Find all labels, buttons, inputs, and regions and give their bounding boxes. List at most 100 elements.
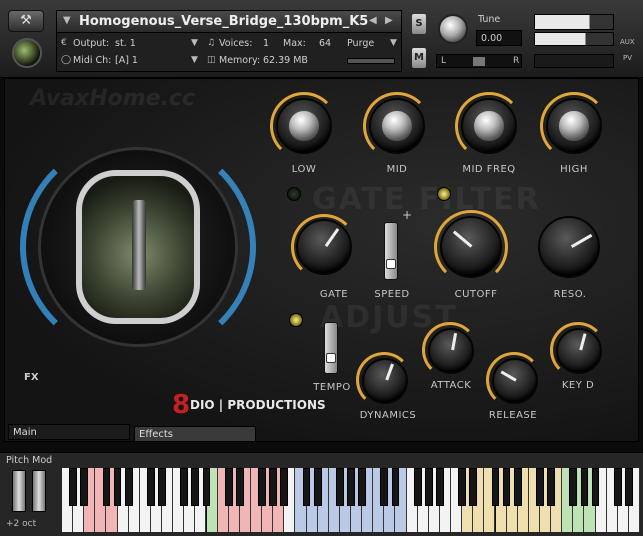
black-key[interactable] [502,468,511,506]
solo-button[interactable]: S [412,14,426,34]
release-knob[interactable] [492,358,538,404]
black-key[interactable] [158,468,166,506]
next-icon[interactable]: ▶ [385,15,393,26]
chevron-down-icon[interactable]: ▼ [63,15,71,26]
low-knob[interactable] [276,98,332,154]
black-key[interactable] [102,468,111,506]
chevron-down-icon[interactable]: ▼ [390,38,397,48]
black-key[interactable] [436,468,444,506]
tune-display[interactable]: 0.00 [476,30,522,46]
speed-thumb[interactable] [386,259,396,269]
level-meter-left [534,14,614,30]
cutoff-label: CUTOFF [454,289,498,300]
piano-keyboard[interactable] [62,468,640,532]
black-key[interactable] [258,468,266,506]
black-key[interactable] [458,468,467,506]
attack-knob[interactable] [428,328,474,374]
mute-button[interactable]: M [412,48,426,68]
cutoff-knob[interactable] [440,216,502,278]
pan-left-label: L [441,56,447,66]
release-label: RELEASE [488,410,538,421]
brand-logo-number: 8 [172,390,191,420]
black-key[interactable] [113,468,122,506]
black-key[interactable] [380,468,389,506]
black-key[interactable] [491,468,500,506]
tune-value: 0.00 [481,33,503,44]
black-key[interactable] [235,468,244,506]
tune-knob[interactable] [438,14,468,44]
reso-label: RESO. [553,289,587,300]
low-label: LOW [291,164,317,175]
pv-label: PV [623,54,633,62]
black-key[interactable] [69,468,77,506]
black-key[interactable] [335,468,344,506]
tab-main[interactable]: Main [8,424,130,440]
black-key[interactable] [513,468,522,506]
purge-button[interactable]: Purge [347,38,374,49]
black-key[interactable] [202,468,211,506]
filter-led[interactable] [437,187,451,201]
aux-label: AUX [620,38,635,46]
black-key[interactable] [391,468,400,506]
black-key[interactable] [313,468,322,506]
tempo-thumb[interactable] [326,353,336,363]
black-key[interactable] [347,468,355,506]
black-key[interactable] [224,468,233,506]
adjust-led[interactable] [289,313,303,327]
voices-label: Voices: [219,38,253,49]
black-key[interactable] [613,468,622,506]
mid-freq-knob[interactable] [461,98,517,154]
pitch-wheel[interactable] [12,470,26,512]
chevron-down-icon[interactable]: ▼ [191,55,198,65]
max-value[interactable]: 64 [319,38,331,49]
watermark: AvaxHome.cc [30,86,196,111]
black-key[interactable] [124,468,133,506]
gate-led[interactable] [287,187,301,201]
black-key[interactable] [180,468,189,506]
wrench-icon[interactable]: ⚒ [8,10,44,32]
black-key[interactable] [413,468,422,506]
mid-knob[interactable] [369,98,425,154]
black-key[interactable] [569,468,578,506]
high-knob[interactable] [546,98,602,154]
pan-slider[interactable]: L R [436,54,522,68]
octave-label[interactable]: +2 oct [6,519,36,529]
black-key[interactable] [424,468,433,506]
black-key[interactable] [547,468,555,506]
black-key[interactable] [591,468,600,506]
dynamics-label: DYNAMICS [359,410,417,421]
black-key[interactable] [469,468,478,506]
chevron-down-icon[interactable]: ▼ [191,38,198,48]
midi-icon: ◯ [61,55,72,65]
max-label: Max: [283,38,306,49]
black-key[interactable] [358,468,366,506]
pan-thumb[interactable] [473,57,485,66]
black-key[interactable] [624,468,633,506]
speed-label: SPEED [374,289,410,300]
mod-wheel[interactable] [32,470,46,512]
tempo-slider[interactable] [324,322,338,374]
instrument-logo [12,38,42,68]
volume-slider[interactable] [534,54,614,68]
tab-effects[interactable]: Effects [134,426,256,442]
output-value[interactable]: st. 1 [115,38,136,49]
memory-value: 62.39 MB [263,55,308,66]
key-d-knob[interactable] [556,328,602,374]
attack-label: ATTACK [430,380,472,391]
midi-value[interactable]: [A] 1 [115,55,138,66]
black-key[interactable] [269,468,278,506]
black-key[interactable] [80,468,89,506]
black-key[interactable] [536,468,544,506]
black-key[interactable] [280,468,289,506]
black-key[interactable] [302,468,311,506]
dynamics-knob[interactable] [362,358,408,404]
black-key[interactable] [580,468,589,506]
voices-value: 1 [263,38,270,49]
reso-knob[interactable] [538,216,600,278]
black-key[interactable] [191,468,200,506]
black-key[interactable] [147,468,155,506]
gate-knob[interactable] [296,219,352,275]
title-row: ▼ Homogenous_Verse_Bridge_130bpm_K5 ◀ ▶ [57,11,401,33]
prev-icon[interactable]: ◀ [369,15,377,26]
speed-slider[interactable] [384,222,398,280]
